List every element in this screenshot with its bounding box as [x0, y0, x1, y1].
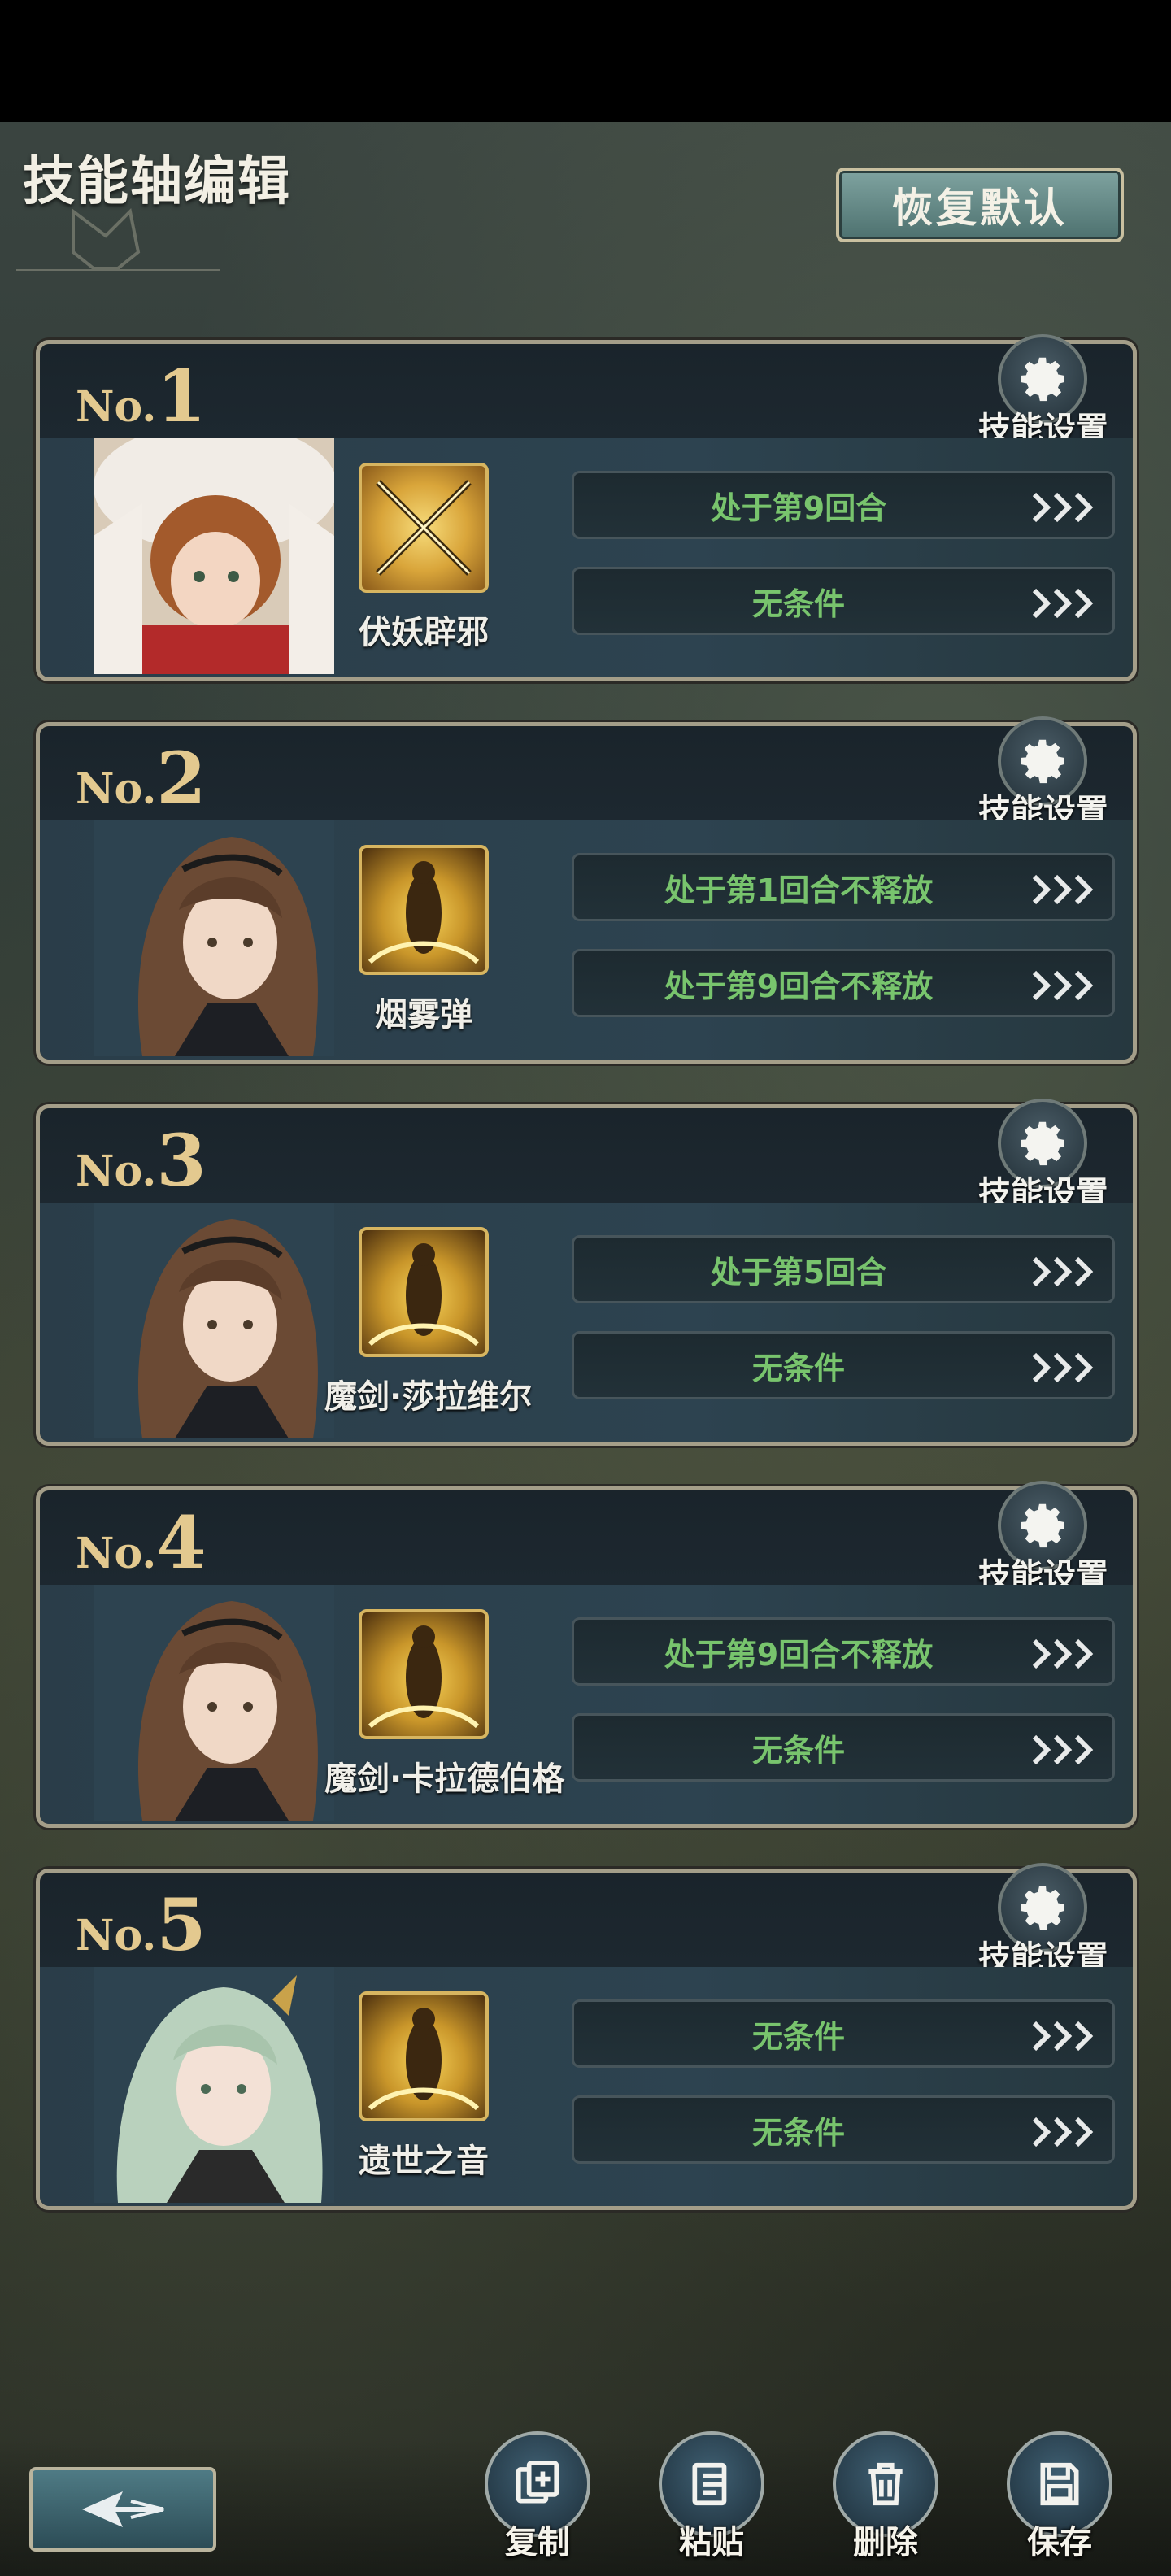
save-icon — [1040, 2462, 1079, 2506]
skill-name: 遗世之音 — [359, 2143, 489, 2180]
condition-text: 处于第1回合不释放 — [664, 872, 934, 908]
delete-label: 删除 — [853, 2524, 918, 2561]
gear-icon — [1021, 357, 1064, 402]
skill-card-3: No.3 技能设置 魔剑·莎拉维尔 处于第5回合 无条件 — [36, 1099, 1137, 1446]
condition-text: 处于第9回合不释放 — [664, 1636, 934, 1673]
triple-chevron-icon — [1032, 1352, 1094, 1383]
condition-row-1[interactable]: 无条件 — [572, 1999, 1115, 2068]
condition-row-1[interactable]: 处于第1回合不释放 — [572, 853, 1115, 921]
skill-name: 烟雾弹 — [375, 996, 472, 1033]
back-button[interactable] — [29, 2467, 216, 2552]
skill-icon — [359, 845, 489, 975]
condition-text: 处于第5回合 — [710, 1254, 887, 1290]
triple-chevron-icon — [1032, 588, 1094, 619]
skill-card-1: No.1 技能设置 伏妖辟邪 处于第9回合 无条件 — [36, 334, 1137, 681]
condition-text: 无条件 — [751, 2114, 845, 2151]
card-body: 遗世之音 无条件 无条件 — [40, 1967, 1133, 2206]
character-portrait — [94, 820, 334, 1056]
condition-row-1[interactable]: 处于第9回合 — [572, 471, 1115, 539]
copy-label: 复制 — [505, 2524, 570, 2561]
skill-icon — [359, 1991, 489, 2121]
skill-name: 魔剑·卡拉德伯格 — [324, 1760, 565, 1798]
delete-button[interactable]: 删除 — [833, 2431, 938, 2569]
condition-row-2[interactable]: 处于第9回合不释放 — [572, 949, 1115, 1017]
triple-chevron-icon — [1032, 970, 1094, 1001]
triple-chevron-icon — [1032, 492, 1094, 523]
save-label: 保存 — [1027, 2524, 1092, 2561]
skill-name: 魔剑·莎拉维尔 — [324, 1378, 533, 1416]
condition-text: 无条件 — [751, 585, 845, 622]
card-number: No.5 — [76, 1882, 207, 1967]
skill-card-4: No.4 技能设置 魔剑·卡拉德伯格 处于第9回合不释放 无条件 — [36, 1481, 1137, 1828]
save-button[interactable]: 保存 — [1007, 2431, 1112, 2569]
condition-text: 处于第9回合不释放 — [664, 968, 934, 1004]
condition-row-1[interactable]: 处于第5回合 — [572, 1235, 1115, 1303]
condition-text: 无条件 — [751, 2018, 845, 2055]
gear-icon — [1021, 739, 1064, 784]
copy-button[interactable]: 复制 — [485, 2431, 590, 2569]
card-number: No.3 — [76, 1118, 207, 1203]
condition-row-2[interactable]: 无条件 — [572, 1713, 1115, 1782]
character-portrait — [94, 1585, 334, 1821]
card-body: 魔剑·莎拉维尔 处于第5回合 无条件 — [40, 1203, 1133, 1442]
triple-chevron-icon — [1032, 2021, 1094, 2052]
trash-icon — [868, 2462, 903, 2506]
triple-chevron-icon — [1032, 1256, 1094, 1287]
copy-icon — [516, 2461, 559, 2504]
skill-icon — [359, 463, 489, 593]
paste-button[interactable]: 粘贴 — [659, 2431, 764, 2569]
triple-chevron-icon — [1032, 874, 1094, 905]
card-number: No.2 — [76, 736, 207, 820]
page-title: 技能轴编辑 — [23, 151, 291, 212]
skill-card-5: No.5 技能设置 遗世之音 无条件 无条件 — [36, 1863, 1137, 2210]
condition-row-2[interactable]: 无条件 — [572, 2095, 1115, 2164]
skill-icon — [359, 1609, 489, 1739]
character-portrait — [94, 1967, 334, 2203]
condition-row-2[interactable]: 无条件 — [572, 1331, 1115, 1399]
triple-chevron-icon — [1032, 2117, 1094, 2147]
status-bar-area — [0, 0, 1171, 122]
card-number: No.4 — [76, 1500, 207, 1585]
triple-chevron-icon — [1032, 1734, 1094, 1765]
skill-name: 伏妖辟邪 — [359, 614, 489, 651]
card-body: 魔剑·卡拉德伯格 处于第9回合不释放 无条件 — [40, 1585, 1133, 1824]
condition-text: 无条件 — [751, 1350, 845, 1386]
gear-icon — [1021, 1503, 1064, 1548]
character-portrait — [94, 438, 334, 674]
skill-icon — [359, 1227, 489, 1357]
card-number: No.1 — [76, 354, 207, 438]
card-body: 烟雾弹 处于第1回合不释放 处于第9回合不释放 — [40, 820, 1133, 1060]
condition-text: 无条件 — [751, 1732, 845, 1769]
skill-card-2: No.2 技能设置 烟雾弹 处于第1回合不释放 处于第9回合不释放 — [36, 716, 1137, 1064]
triple-chevron-icon — [1032, 1638, 1094, 1669]
card-body: 伏妖辟邪 处于第9回合 无条件 — [40, 438, 1133, 677]
condition-row-1[interactable]: 处于第9回合不释放 — [572, 1617, 1115, 1686]
condition-row-2[interactable]: 无条件 — [572, 567, 1115, 635]
back-arrow-icon — [82, 2491, 164, 2527]
paste-label: 粘贴 — [679, 2524, 744, 2561]
character-portrait — [94, 1203, 334, 1438]
condition-text: 处于第9回合 — [710, 490, 887, 526]
gear-icon — [1021, 1121, 1064, 1166]
paste-icon — [692, 2462, 727, 2506]
reset-default-button[interactable]: 恢复默认 — [836, 168, 1124, 242]
gear-icon — [1021, 1886, 1064, 1930]
